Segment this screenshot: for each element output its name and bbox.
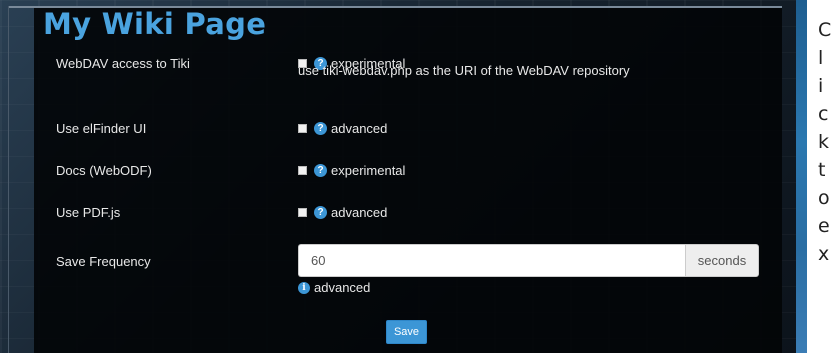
info-circle-icon: i bbox=[298, 281, 310, 294]
frame-border-left bbox=[8, 6, 9, 353]
save-frequency-input[interactable] bbox=[298, 244, 685, 277]
save-frequency-info: i advanced bbox=[298, 280, 370, 295]
pdfjs-option: ? advanced bbox=[298, 205, 387, 220]
side-letter: e bbox=[818, 215, 830, 237]
seconds-addon: seconds bbox=[685, 244, 759, 277]
elfinder-label: Use elFinder UI bbox=[56, 121, 147, 136]
webdav-hint: use tiki-webdav.php as the URI of the We… bbox=[298, 63, 630, 78]
save-frequency-input-group: seconds bbox=[298, 244, 759, 277]
docs-option-label: experimental bbox=[331, 163, 406, 178]
elfinder-option-label: advanced bbox=[331, 121, 388, 136]
pdfjs-label: Use PDF.js bbox=[56, 205, 121, 220]
background-accent-strip bbox=[796, 0, 807, 353]
docs-option: ? experimental bbox=[298, 163, 405, 178]
pdfjs-checkbox[interactable] bbox=[298, 208, 307, 217]
save-frequency-label: Save Frequency bbox=[56, 254, 151, 269]
docs-label: Docs (WebODF) bbox=[56, 163, 152, 178]
save-frequency-info-label: advanced bbox=[314, 280, 371, 295]
elfinder-option: ? advanced bbox=[298, 121, 387, 136]
webdav-label: WebDAV access to Tiki bbox=[56, 56, 190, 71]
side-letter: k bbox=[818, 131, 830, 153]
question-circle-icon[interactable]: ? bbox=[314, 164, 327, 177]
docs-checkbox[interactable] bbox=[298, 166, 307, 175]
save-button[interactable]: Save bbox=[386, 320, 427, 344]
side-letter: t bbox=[818, 159, 826, 181]
side-letter: x bbox=[818, 243, 830, 265]
side-letter: l bbox=[818, 47, 824, 69]
side-letter: o bbox=[818, 187, 830, 209]
pdfjs-option-label: advanced bbox=[331, 205, 388, 220]
side-letter: C bbox=[818, 19, 832, 41]
page-title: My Wiki Page bbox=[43, 7, 267, 41]
side-letter: i bbox=[818, 75, 824, 97]
side-letter: c bbox=[818, 103, 829, 125]
elfinder-checkbox[interactable] bbox=[298, 124, 307, 133]
question-circle-icon[interactable]: ? bbox=[314, 122, 327, 135]
question-circle-icon[interactable]: ? bbox=[314, 206, 327, 219]
side-text: C l i c k t o e x bbox=[818, 16, 832, 268]
